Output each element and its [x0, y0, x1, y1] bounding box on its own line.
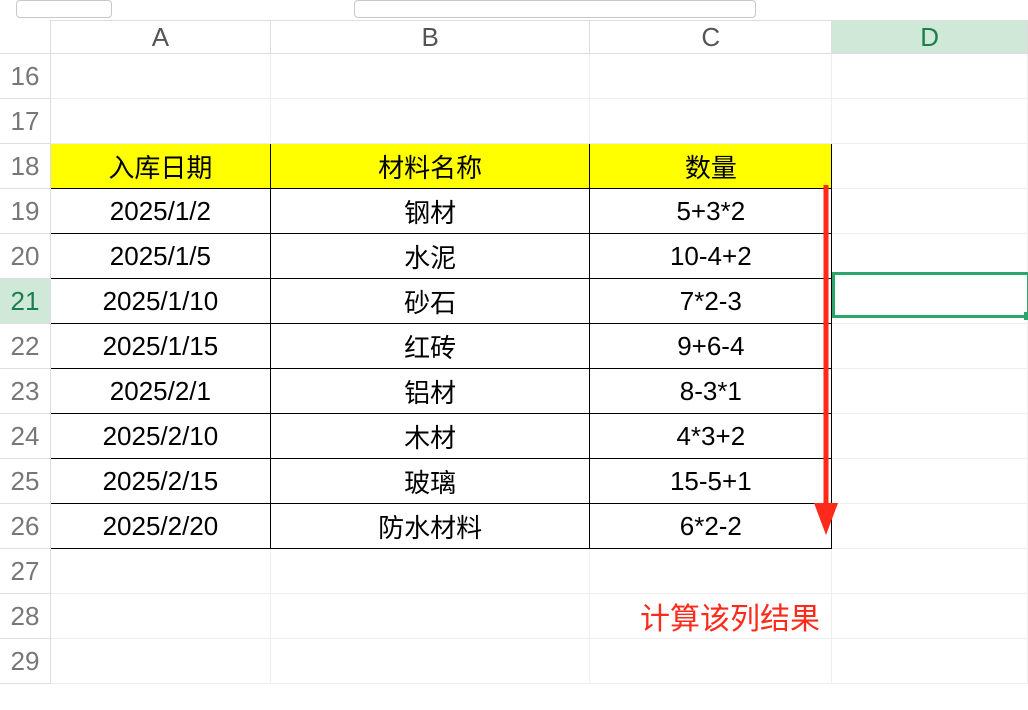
sheet-table: A B C D 16 17 18	[0, 20, 1028, 684]
cell-A18[interactable]: 入库日期	[50, 144, 270, 189]
cell-D19[interactable]	[832, 189, 1028, 234]
cell-B29[interactable]	[270, 639, 590, 684]
cell-D28[interactable]	[832, 594, 1028, 639]
cell-B22[interactable]: 红砖	[270, 324, 590, 369]
row-header-17[interactable]: 17	[0, 99, 50, 144]
row-header-27[interactable]: 27	[0, 549, 50, 594]
row-28: 28	[0, 594, 1028, 639]
cell-B19[interactable]: 钢材	[270, 189, 590, 234]
cell-D24[interactable]	[832, 414, 1028, 459]
cell-C25[interactable]: 15-5+1	[590, 459, 832, 504]
formula-bar-strip	[0, 0, 1028, 20]
col-header-C[interactable]: C	[590, 21, 832, 54]
cell-D17[interactable]	[832, 99, 1028, 144]
cell-A23[interactable]: 2025/2/1	[50, 369, 270, 414]
cell-C21[interactable]: 7*2-3	[590, 279, 832, 324]
row-header-18[interactable]: 18	[0, 144, 50, 189]
col-header-D[interactable]: D	[832, 21, 1028, 54]
row-header-23[interactable]: 23	[0, 369, 50, 414]
cell-C20[interactable]: 10-4+2	[590, 234, 832, 279]
cell-C18[interactable]: 数量	[590, 144, 832, 189]
row-header-19[interactable]: 19	[0, 189, 50, 234]
row-23: 23 2025/2/1 铝材 8-3*1	[0, 369, 1028, 414]
cell-D21[interactable]	[832, 279, 1028, 324]
row-header-25[interactable]: 25	[0, 459, 50, 504]
row-22: 22 2025/1/15 红砖 9+6-4	[0, 324, 1028, 369]
cell-C22[interactable]: 9+6-4	[590, 324, 832, 369]
row-27: 27	[0, 549, 1028, 594]
row-header-24[interactable]: 24	[0, 414, 50, 459]
cell-A17[interactable]	[50, 99, 270, 144]
cell-C24[interactable]: 4*3+2	[590, 414, 832, 459]
col-header-B[interactable]: B	[270, 21, 590, 54]
row-header-16[interactable]: 16	[0, 54, 50, 99]
spreadsheet-window: A B C D 16 17 18	[0, 0, 1028, 710]
cell-A29[interactable]	[50, 639, 270, 684]
cell-A27[interactable]	[50, 549, 270, 594]
cell-A25[interactable]: 2025/2/15	[50, 459, 270, 504]
row-29: 29	[0, 639, 1028, 684]
row-20: 20 2025/1/5 水泥 10-4+2	[0, 234, 1028, 279]
cell-B18[interactable]: 材料名称	[270, 144, 590, 189]
cell-B24[interactable]: 木材	[270, 414, 590, 459]
cell-D26[interactable]	[832, 504, 1028, 549]
cell-A20[interactable]: 2025/1/5	[50, 234, 270, 279]
cell-D25[interactable]	[832, 459, 1028, 504]
row-24: 24 2025/2/10 木材 4*3+2	[0, 414, 1028, 459]
worksheet-grid[interactable]: A B C D 16 17 18	[0, 20, 1028, 684]
cell-C26[interactable]: 6*2-2	[590, 504, 832, 549]
cell-C16[interactable]	[590, 54, 832, 99]
cell-D18[interactable]	[832, 144, 1028, 189]
row-header-22[interactable]: 22	[0, 324, 50, 369]
select-all-corner[interactable]	[0, 21, 50, 54]
cell-D22[interactable]	[832, 324, 1028, 369]
cell-C17[interactable]	[590, 99, 832, 144]
row-17: 17	[0, 99, 1028, 144]
cell-B26[interactable]: 防水材料	[270, 504, 590, 549]
annotation-arrow-icon	[812, 185, 852, 537]
name-box[interactable]	[16, 0, 112, 18]
cell-B20[interactable]: 水泥	[270, 234, 590, 279]
cell-B16[interactable]	[270, 54, 590, 99]
row-header-20[interactable]: 20	[0, 234, 50, 279]
cell-D20[interactable]	[832, 234, 1028, 279]
cell-D16[interactable]	[832, 54, 1028, 99]
row-21: 21 2025/1/10 砂石 7*2-3	[0, 279, 1028, 324]
cell-B17[interactable]	[270, 99, 590, 144]
cell-A22[interactable]: 2025/1/15	[50, 324, 270, 369]
row-header-29[interactable]: 29	[0, 639, 50, 684]
col-header-A[interactable]: A	[50, 21, 270, 54]
cell-A24[interactable]: 2025/2/10	[50, 414, 270, 459]
cell-B25[interactable]: 玻璃	[270, 459, 590, 504]
column-header-row: A B C D	[0, 21, 1028, 54]
cell-D29[interactable]	[832, 639, 1028, 684]
formula-input[interactable]	[354, 0, 756, 18]
cell-C27[interactable]	[590, 549, 832, 594]
cell-A19[interactable]: 2025/1/2	[50, 189, 270, 234]
cell-B28[interactable]	[270, 594, 590, 639]
cell-A21[interactable]: 2025/1/10	[50, 279, 270, 324]
cell-D27[interactable]	[832, 549, 1028, 594]
cell-B23[interactable]: 铝材	[270, 369, 590, 414]
annotation-text: 计算该列结果	[640, 594, 820, 638]
row-header-28[interactable]: 28	[0, 594, 50, 639]
cell-C29[interactable]	[590, 639, 832, 684]
row-header-26[interactable]: 26	[0, 504, 50, 549]
row-16: 16	[0, 54, 1028, 99]
cell-B21[interactable]: 砂石	[270, 279, 590, 324]
row-25: 25 2025/2/15 玻璃 15-5+1	[0, 459, 1028, 504]
cell-A16[interactable]	[50, 54, 270, 99]
cell-C19[interactable]: 5+3*2	[590, 189, 832, 234]
cell-A28[interactable]	[50, 594, 270, 639]
cell-A26[interactable]: 2025/2/20	[50, 504, 270, 549]
row-header-21[interactable]: 21	[0, 279, 50, 324]
cell-B27[interactable]	[270, 549, 590, 594]
row-19: 19 2025/1/2 钢材 5+3*2	[0, 189, 1028, 234]
cell-D23[interactable]	[832, 369, 1028, 414]
cell-C23[interactable]: 8-3*1	[590, 369, 832, 414]
row-18: 18 入库日期 材料名称 数量	[0, 144, 1028, 189]
row-26: 26 2025/2/20 防水材料 6*2-2	[0, 504, 1028, 549]
